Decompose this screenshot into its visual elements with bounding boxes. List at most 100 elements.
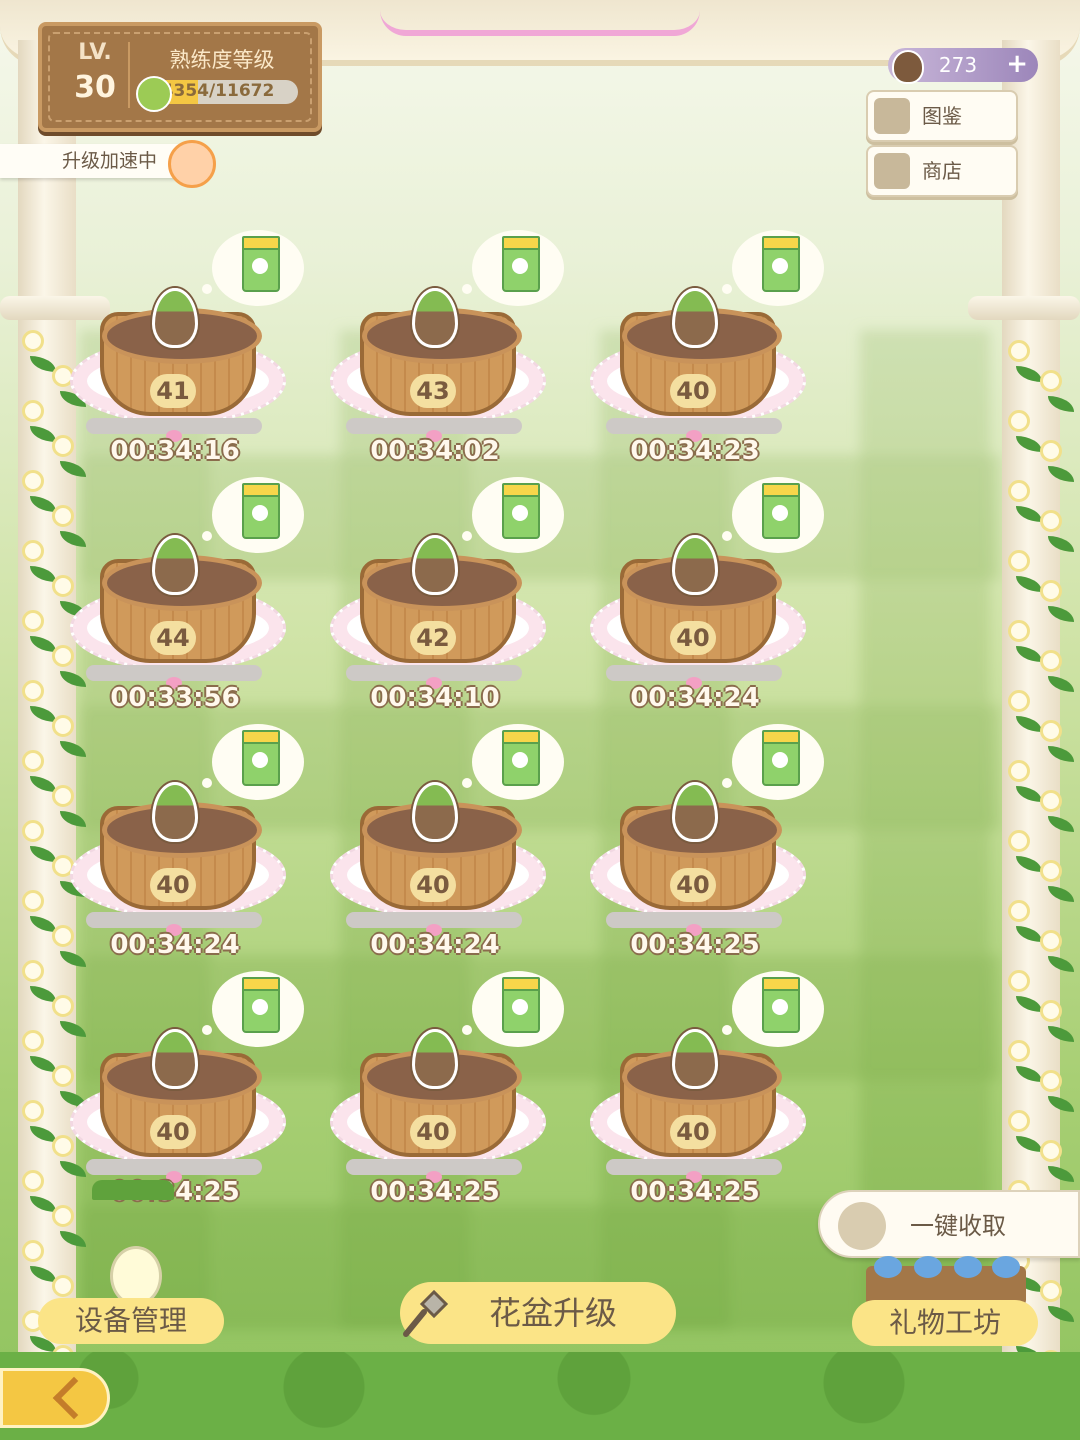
pot-level-badge: 40 — [670, 1115, 716, 1149]
seed-icon — [892, 50, 924, 84]
blossom-icon — [1008, 1040, 1030, 1062]
growth-timer: 00:34:24 — [630, 683, 760, 713]
flower-pot-slot[interactable]: 42 00:34:10 — [330, 477, 564, 727]
blossom-icon — [1040, 1280, 1062, 1302]
blossom-icon — [1008, 410, 1030, 432]
seed-packet-bubble[interactable] — [202, 724, 304, 800]
seed-sprout-icon — [412, 288, 458, 348]
pot-level-badge: 42 — [410, 621, 456, 655]
growth-timer: 00:34:24 — [370, 930, 500, 960]
flower-pot-slot[interactable]: 40 00:34:24 — [70, 724, 304, 974]
flower-pot-slot[interactable]: 40 00:34:24 — [330, 724, 564, 974]
device-manage-button[interactable]: 设备管理 — [38, 1298, 224, 1344]
proficiency-level-panel[interactable]: LV. 30 熟练度等级 4354/11672 — [38, 22, 322, 132]
blue-flower-icon — [992, 1256, 1020, 1278]
back-arrow-icon — [52, 1376, 96, 1420]
bubble-tail — [722, 778, 732, 788]
blossom-icon — [1008, 830, 1030, 852]
back-button[interactable] — [0, 1368, 110, 1428]
flower-pot-slot[interactable]: 41 00:34:16 — [70, 230, 304, 480]
seed-packet-bubble[interactable] — [462, 971, 564, 1047]
blossom-icon — [22, 750, 44, 772]
character-avatar-icon[interactable] — [168, 140, 216, 188]
pot-level-badge: 40 — [410, 868, 456, 902]
seed-packet-bubble[interactable] — [722, 724, 824, 800]
shop-button[interactable]: 商店 — [866, 145, 1018, 197]
seed-packet-bubble[interactable] — [722, 230, 824, 306]
flower-pot-slot[interactable]: 43 00:34:02 — [330, 230, 564, 480]
grow-lamp[interactable] — [92, 1180, 174, 1310]
bubble-tail — [202, 1025, 212, 1035]
flower-pot-slot[interactable]: 40 00:34:25 — [590, 724, 824, 974]
blue-flower-icon — [954, 1256, 982, 1278]
flower-pot-slot[interactable]: 40 00:34:24 — [590, 477, 824, 727]
seed-packet-bubble[interactable] — [202, 230, 304, 306]
seed-sprout-icon — [412, 782, 458, 842]
flower-pot-slot[interactable]: 44 00:33:56 — [70, 477, 304, 727]
seed-packet-bubble[interactable] — [462, 477, 564, 553]
seed-sprout-icon — [152, 535, 198, 595]
blossom-icon — [1008, 620, 1030, 642]
growth-timer: 00:34:24 — [110, 930, 240, 960]
seed-packet-icon — [502, 730, 540, 786]
seed-sprout-icon — [672, 782, 718, 842]
blossom-icon — [22, 680, 44, 702]
growth-timer: 00:33:56 — [110, 683, 240, 713]
seed-packet-icon — [242, 236, 280, 292]
bubble-tail — [202, 284, 212, 294]
seed-packet-bubble[interactable] — [202, 971, 304, 1047]
seed-packet-bubble[interactable] — [722, 477, 824, 553]
harvest-all-button[interactable]: 一键收取 — [818, 1190, 1080, 1258]
blossom-icon — [1040, 370, 1062, 392]
seed-sprout-icon — [412, 535, 458, 595]
pot-upgrade-label: 花盆升级 — [488, 1294, 617, 1332]
seed-packet-icon — [242, 483, 280, 539]
catalog-label: 图鉴 — [922, 104, 962, 128]
blossom-icon — [22, 1170, 44, 1192]
shop-icon — [874, 153, 910, 189]
seed-packet-bubble[interactable] — [462, 724, 564, 800]
blossom-icon — [1008, 690, 1030, 712]
blossom-icon — [1040, 860, 1062, 882]
blossom-icon — [1040, 1140, 1062, 1162]
seed-sprout-icon — [412, 1029, 458, 1089]
catalog-button[interactable]: 图鉴 — [866, 90, 1018, 142]
blossom-icon — [22, 1100, 44, 1122]
bubble-tail — [202, 531, 212, 541]
panel-divider — [128, 42, 130, 108]
blossom-icon — [1040, 720, 1062, 742]
seed-sprout-icon — [672, 288, 718, 348]
pot-level-badge: 40 — [670, 868, 716, 902]
speedup-label: 升级加速中 — [62, 150, 158, 172]
seed-count: 273 — [938, 53, 978, 77]
pot-level-badge: 43 — [410, 374, 456, 408]
bubble-tail — [462, 284, 472, 294]
flower-pot-slot[interactable]: 40 00:34:25 — [590, 971, 824, 1221]
blue-flower-icon — [914, 1256, 942, 1278]
level-label: LV. — [78, 40, 112, 65]
shovel-icon — [403, 1289, 449, 1337]
growth-timer: 00:34:16 — [110, 436, 240, 466]
seed-sprout-icon — [672, 535, 718, 595]
harvest-all-label: 一键收取 — [910, 1212, 1006, 1240]
seed-packet-icon — [502, 236, 540, 292]
seed-sprout-icon — [152, 288, 198, 348]
bubble-tail — [462, 531, 472, 541]
add-seed-button[interactable]: + — [1006, 47, 1028, 81]
bubble-tail — [722, 1025, 732, 1035]
seed-packet-bubble[interactable] — [202, 477, 304, 553]
blossom-icon — [52, 1275, 74, 1297]
growth-timer: 00:34:25 — [370, 1177, 500, 1207]
flower-pot-slot[interactable]: 40 00:34:25 — [330, 971, 564, 1221]
seed-packet-icon — [762, 730, 800, 786]
pot-level-badge: 40 — [670, 374, 716, 408]
gift-workshop-button[interactable]: 礼物工坊 — [852, 1300, 1038, 1346]
blossom-icon — [22, 540, 44, 562]
seed-packet-bubble[interactable] — [722, 971, 824, 1047]
shovel-harvest-icon — [838, 1202, 886, 1250]
flower-pot-slot[interactable]: 40 00:34:23 — [590, 230, 824, 480]
seed-packet-bubble[interactable] — [462, 230, 564, 306]
blossom-icon — [1008, 550, 1030, 572]
seed-packet-icon — [502, 977, 540, 1033]
seed-packet-icon — [242, 730, 280, 786]
